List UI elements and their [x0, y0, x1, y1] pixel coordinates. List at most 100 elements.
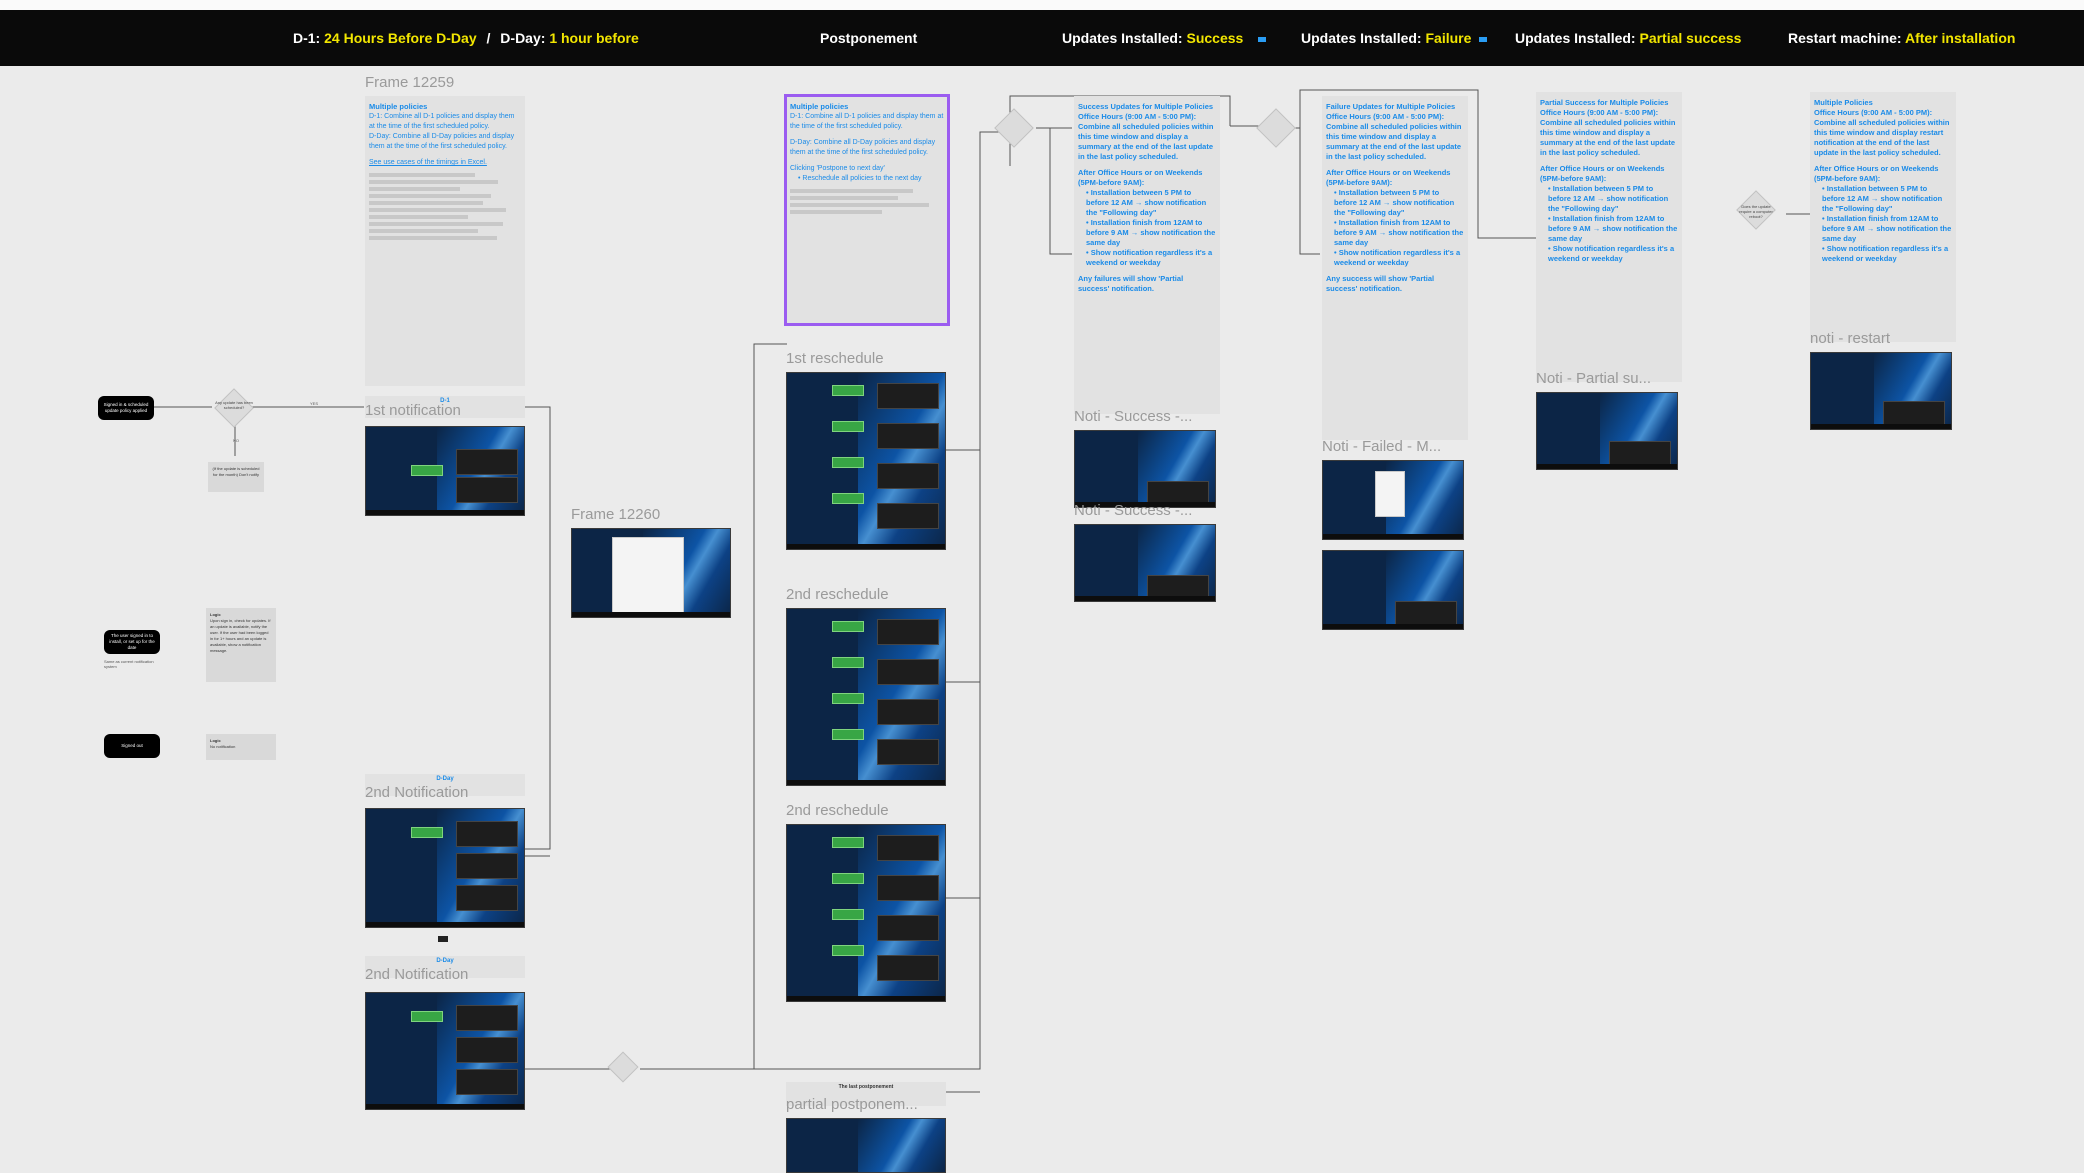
- action-center-card: [877, 463, 939, 489]
- success-label: Updates Installed:: [1062, 30, 1183, 46]
- d1-value: 24 Hours Before D-Day: [324, 30, 477, 46]
- note-success[interactable]: Success Updates for Multiple Policies Of…: [1074, 96, 1220, 414]
- note-bullet: • Show notification regardless it's a we…: [1822, 244, 1949, 263]
- action-center-card: [877, 739, 939, 765]
- note-bullet: • Installation between 5 PM to before 12…: [1086, 188, 1207, 217]
- note-d1: D-1: Combine all D-1 policies and displa…: [369, 113, 515, 130]
- note-bullet: • Installation between 5 PM to before 12…: [1334, 188, 1455, 217]
- taskbar: [1537, 464, 1677, 469]
- pill-signed-out[interactable]: Signed out: [104, 734, 160, 758]
- header-success: Updates Installed: Success: [1062, 30, 1243, 46]
- bullet-text: Show notification regardless it's a week…: [1334, 248, 1461, 267]
- failure-dialog: [1375, 471, 1405, 517]
- header-postponement: Postponement: [820, 30, 917, 46]
- taskbar: [366, 1104, 524, 1109]
- notification-toast: [832, 385, 864, 396]
- notification-toast: [411, 827, 443, 838]
- start-pill[interactable]: Signed in & scheduled update policy appl…: [98, 396, 154, 420]
- action-center-card: [456, 477, 518, 503]
- pill-signed-in-install[interactable]: The user signed in to install, or set up…: [104, 630, 160, 654]
- dday-label: D-Day:: [500, 30, 546, 46]
- note-dday: D-Day: Combine all D-Day policies and di…: [369, 133, 515, 150]
- bullet-text: Installation finish from 12AM to before …: [1086, 218, 1216, 247]
- excel-link[interactable]: See use cases of the timings in Excel.: [369, 158, 521, 168]
- header-d1: D-1: 24 Hours Before D-Day / D-Day: 1 ho…: [293, 30, 639, 46]
- decision-label: Any update has been scheduled?: [215, 400, 253, 410]
- last-postponement-text: The last postponement: [838, 1084, 894, 1090]
- logic-box-2: Logic No notification: [206, 734, 276, 760]
- screenshot-noti-failed[interactable]: [1322, 460, 1464, 540]
- screenshot-second-reschedule-b[interactable]: [786, 824, 946, 1002]
- note-bullet: • Installation finish from 12AM to befor…: [1334, 218, 1464, 247]
- connector: [524, 406, 551, 850]
- screenshot-second-notification[interactable]: [365, 808, 525, 928]
- frame-title: 2nd reschedule: [786, 802, 889, 819]
- note-body-placeholder: [790, 189, 944, 214]
- note-title: Multiple policies: [369, 102, 428, 111]
- restart-value: After installation: [1904, 30, 2016, 46]
- screenshot-second-notification-b[interactable]: [365, 992, 525, 1110]
- note-title: Failure Updates for Multiple Policies: [1326, 102, 1456, 111]
- partial-value: Partial success: [1639, 30, 1742, 46]
- action-center-card: [877, 619, 939, 645]
- logic-text: Upon sign in, check for updates. If an u…: [210, 618, 271, 653]
- frame-title: Frame 12260: [571, 506, 661, 523]
- note-title: Success Updates for Multiple Policies: [1078, 102, 1214, 111]
- restart-label: Restart machine:: [1788, 30, 1902, 46]
- notification-toast: [832, 621, 864, 632]
- dday-value: 1 hour before: [549, 30, 639, 46]
- note-after: After Office Hours or on Weekends (5PM-b…: [1814, 164, 1939, 183]
- taskbar: [366, 922, 524, 927]
- note-after: After Office Hours or on Weekends (5PM-b…: [1540, 164, 1665, 183]
- notification-toast: [411, 465, 443, 476]
- restart-decision-label: Does the update require a computer reboo…: [1739, 204, 1773, 219]
- action-center-card: [456, 1069, 518, 1095]
- header-restart: Restart machine: After installation: [1788, 30, 2015, 46]
- frame-title: noti - restart: [1810, 330, 1891, 347]
- taskbar: [1323, 624, 1463, 629]
- notification-toast: [832, 909, 864, 920]
- bullet-text: Installation between 5 PM to before 12 A…: [1822, 184, 1943, 213]
- screenshot-noti-success-2[interactable]: [1074, 524, 1216, 602]
- wallpaper-beam: [858, 1119, 945, 1172]
- connector: [640, 343, 787, 1070]
- notification-toast: [832, 457, 864, 468]
- taskbar: [787, 544, 945, 549]
- screenshot-noti-failed-2[interactable]: [1322, 550, 1464, 630]
- note-title: Multiple policies: [790, 102, 849, 111]
- frame-title: Noti - Success -...: [1074, 502, 1193, 519]
- notification-toast: [832, 837, 864, 848]
- note-bullet: • Show notification regardless it's a we…: [1086, 248, 1213, 267]
- note-restart[interactable]: Multiple Policies Office Hours (9:00 AM …: [1810, 92, 1956, 342]
- small-marker: [438, 936, 448, 942]
- separator-marker: [1258, 37, 1266, 42]
- notification-toast: [832, 945, 864, 956]
- note-partial[interactable]: Partial Success for Multiple Policies Of…: [1536, 92, 1682, 382]
- notification-toast: [832, 493, 864, 504]
- design-canvas[interactable]: Frame 12259 Multiple policies D-1: Combi…: [0, 66, 2084, 1173]
- note-bullet: • Installation between 5 PM to before 12…: [1822, 184, 1943, 213]
- action-center-card: [877, 659, 939, 685]
- screenshot-second-reschedule[interactable]: [786, 608, 946, 786]
- screenshot-first-reschedule[interactable]: [786, 372, 946, 550]
- dday-tag: D-Day: [436, 776, 454, 782]
- screenshot-noti-restart[interactable]: [1810, 352, 1952, 430]
- screenshot-noti-success[interactable]: [1074, 430, 1216, 508]
- bullet-text: Installation between 5 PM to before 12 A…: [1086, 188, 1207, 217]
- note-multiple-policies[interactable]: Multiple policies D-1: Combine all D-1 p…: [365, 96, 525, 386]
- screenshot-frame-12260[interactable]: [571, 528, 731, 618]
- separator-marker: [1479, 37, 1487, 42]
- note-failure[interactable]: Failure Updates for Multiple Policies Of…: [1322, 96, 1468, 440]
- note-bullet: • Show notification regardless it's a we…: [1548, 244, 1675, 263]
- note-title: Multiple Policies: [1814, 98, 1873, 107]
- pill-caption: Same as current notification system: [104, 659, 154, 669]
- screenshot-partial-postponement[interactable]: [786, 1118, 946, 1173]
- logic-text: No notification: [210, 744, 236, 749]
- action-center-card: [456, 885, 518, 911]
- note-postponement-selected[interactable]: Multiple policies D-1: Combine all D-1 p…: [784, 94, 950, 326]
- screenshot-noti-partial[interactable]: [1536, 392, 1678, 470]
- header-failure: Updates Installed: Failure: [1301, 30, 1471, 46]
- action-center-card: [877, 835, 939, 861]
- screenshot-first-notification[interactable]: [365, 426, 525, 516]
- notification-toast: [832, 729, 864, 740]
